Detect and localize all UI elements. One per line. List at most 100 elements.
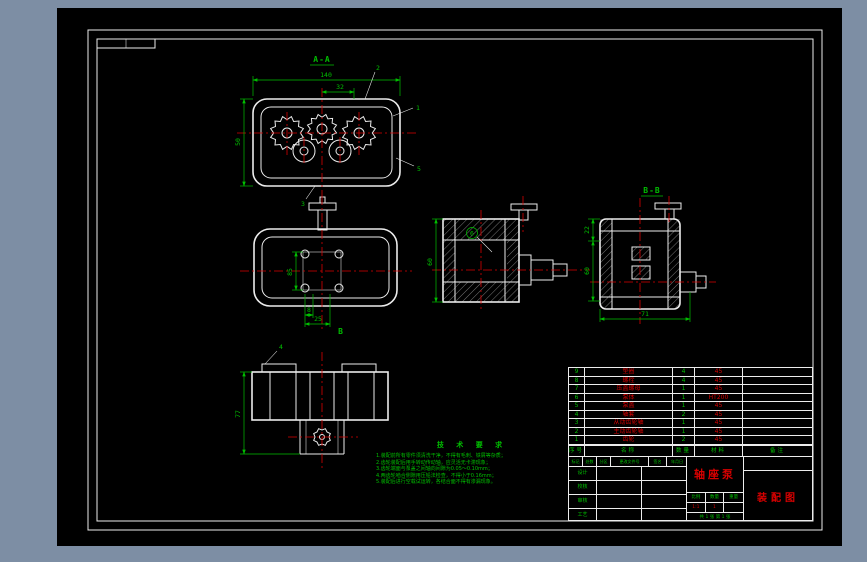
bom-header: 序号 名称 数量 材料 备注 [569, 444, 812, 456]
bom-cell-no: 1 [569, 436, 585, 445]
drawing-no-cell [744, 457, 812, 471]
bom-row: 7 压盖螺母 1 45 [569, 385, 812, 394]
bom-cell-name: 主动齿轮轴 [585, 427, 673, 436]
staff-label: 设计 [569, 466, 597, 480]
bom-header-cell: 数量 [673, 445, 695, 456]
rev-header-cell: 标记 [569, 456, 583, 466]
view-top-section: 140 32 50 A-A 1 2 5 3 [234, 55, 421, 208]
staff-row: 审核 [569, 494, 687, 509]
title-block: 9 垫圈 4 45 8 螺栓 4 45 7 压盖螺母 1 45 6 泵体 1 HT200 5 泵盖 1 45 4 轴套 2 4… [568, 367, 813, 521]
bom-cell-no: 7 [569, 385, 585, 394]
bom-cell-qty: 1 [673, 427, 695, 436]
bom-cell-material: 45 [695, 419, 743, 428]
bom-cell-material: HT200 [695, 393, 743, 402]
bom-row: 2 主动齿轮轴 1 45 [569, 427, 812, 436]
dim-50: 50 [234, 138, 242, 146]
section-label-bb: B-B [643, 186, 660, 195]
bom-row: 6 泵体 1 HT200 [569, 393, 812, 402]
section-arrow-b: B [338, 327, 344, 336]
bom-cell-no: 3 [569, 419, 585, 428]
staff-date-cell [642, 495, 687, 508]
callout-5: 5 [417, 165, 421, 173]
bom-cell-material: 45 [695, 402, 743, 411]
scale-headers: 比例 数量 重量 [687, 492, 743, 503]
bom-cell-qty: 1 [673, 402, 695, 411]
view-bb-section: B-B 22 60 71 [583, 186, 716, 324]
bom-header-cell: 备注 [769, 447, 785, 454]
scale-values: 1:1 1 [687, 502, 743, 513]
bom-cell-material: 45 [695, 427, 743, 436]
staff-signature-cell [597, 508, 642, 520]
bom-cell-remark [743, 419, 812, 428]
revision-area: 标记 处数 分区 更改文件号 签名 年月日 设计 校核 审核 工艺 [569, 456, 687, 521]
sheet-type-area: 装配图 [744, 457, 812, 521]
bom-cell-material: 45 [695, 410, 743, 419]
staff-date-cell [642, 509, 687, 521]
bom-cell-name: 螺栓 [585, 376, 673, 385]
dim-32: 32 [336, 83, 344, 91]
dim-140: 140 [320, 71, 332, 79]
name-scale-area: 轴座泵 比例 数量 重量 1:1 1 共 1 张 第 1 张 [687, 456, 744, 520]
tech-notes-lines: 1.装配前所有零件须清洗干净，不得有毛刺、铁屑等杂质； 2.齿轮装配后用手转动传动… [376, 453, 568, 486]
bom-cell-qty: 2 [673, 436, 695, 445]
rev-header-cell: 签名 [649, 456, 667, 466]
bom-cell-remark [743, 436, 812, 445]
bom-cell-qty: 4 [673, 376, 695, 385]
title-lower: 标记 处数 分区 更改文件号 签名 年月日 设计 校核 审核 工艺 轴座泵 比例 数量 重量 1:1… [569, 455, 812, 521]
callout-4: 4 [279, 343, 283, 351]
bom-cell-name: 压盖螺母 [585, 385, 673, 394]
staff-signature-cell [597, 494, 642, 508]
bom-rows: 9 垫圈 4 45 8 螺栓 4 45 7 压盖螺母 1 45 6 泵体 1 HT200 5 泵盖 1 45 4 轴套 2 4… [569, 368, 812, 445]
dim-25: 25 [314, 315, 322, 323]
tech-notes: 技 术 要 求 1.装配前所有零件须清洗干净，不得有毛刺、铁屑等杂质； 2.齿轮装… [376, 440, 568, 486]
bom-cell-name: 轴套 [585, 410, 673, 419]
view-side-section: 6 60 [426, 196, 590, 312]
scale-header-cell: 数量 [706, 492, 725, 502]
staff-label: 校核 [569, 480, 597, 494]
dim-60-side: 60 [426, 258, 434, 266]
view-cover-plan: 85 8 25 B [240, 196, 412, 336]
staff-signature-cell [597, 466, 642, 480]
scale-value-cell: 1 [706, 502, 725, 512]
bom-cell-remark [743, 411, 812, 419]
staff-row: 设计 [569, 466, 687, 481]
filler-plug-side [510, 203, 538, 211]
application-window: 140 32 50 A-A 1 2 5 3 85 8 25 B 6 60 B-B… [0, 0, 867, 562]
tech-notes-title: 技 术 要 求 [436, 441, 508, 449]
staff-rows: 设计 校核 审核 工艺 [569, 466, 687, 521]
bom-row: 5 泵盖 1 45 [569, 402, 812, 411]
filler-plug-bb [654, 202, 682, 210]
bom-cell-no: 2 [569, 427, 585, 436]
bom-cell-name: 泵体 [585, 393, 673, 402]
bom-row: 8 螺栓 4 45 [569, 376, 812, 385]
bom-row: 3 从动齿轮轴 1 45 [569, 419, 812, 428]
bom-cell-qty: 1 [673, 419, 695, 428]
bom-row: 4 轴套 2 45 [569, 410, 812, 419]
section-label-aa: A-A [313, 55, 330, 64]
dim-77: 77 [234, 410, 242, 418]
dim-8: 8 [307, 306, 311, 314]
bom-cell-material: 45 [695, 368, 743, 377]
bom-cell-qty: 2 [673, 410, 695, 419]
bom-cell-material: 45 [695, 376, 743, 385]
callout-6: 6 [470, 230, 474, 238]
callout-1: 1 [416, 104, 420, 112]
filler-plug [308, 202, 337, 211]
bom-row: 9 垫圈 4 45 [569, 368, 812, 377]
scale-value-cell [724, 503, 743, 512]
dim-22: 22 [583, 226, 591, 234]
note-line: 5.装配后进行空载试运转，各结合面不得有渗漏现象。 [376, 479, 496, 485]
bom-cell-no: 8 [569, 376, 585, 385]
bom-cell-qty: 1 [673, 385, 695, 394]
dim-60-bb: 60 [583, 267, 591, 275]
bom-cell-name: 垫圈 [585, 368, 673, 377]
callout-2: 2 [376, 64, 380, 72]
bom-cell-no: 6 [569, 393, 585, 402]
staff-row: 校核 [569, 480, 687, 495]
staff-date-cell [642, 467, 687, 480]
staff-date-cell [642, 481, 687, 494]
bom-cell-material: 45 [695, 436, 743, 445]
bom-cell-no: 9 [569, 368, 585, 377]
bom-cell-name: 泵盖 [585, 402, 673, 411]
bom-header-cell: 序号 [569, 445, 585, 456]
